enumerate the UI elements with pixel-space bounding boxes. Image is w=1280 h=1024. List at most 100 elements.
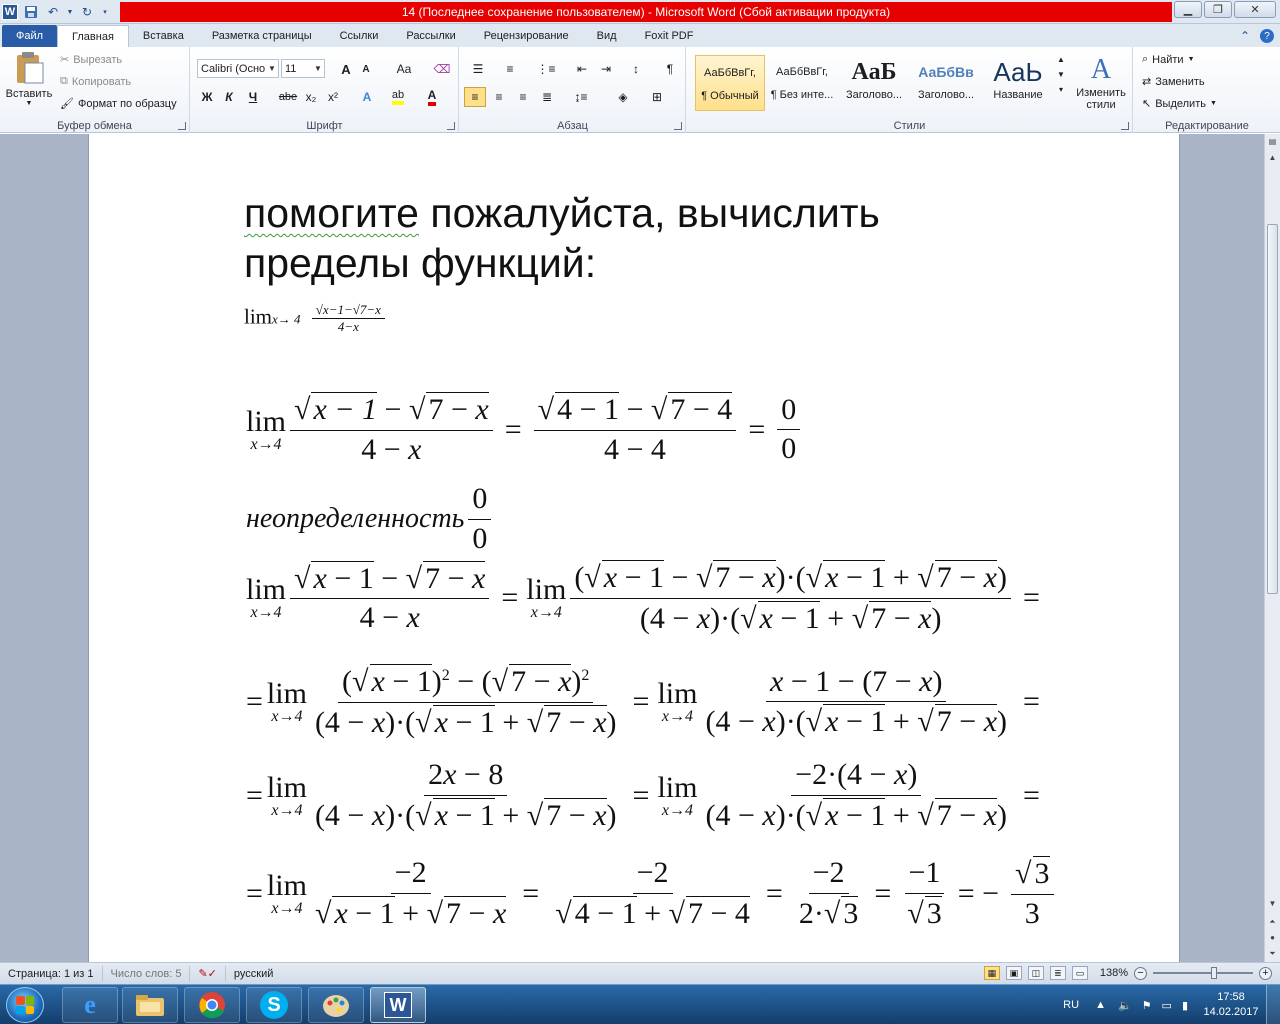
change-styles-button[interactable]: A Изменить стили — [1073, 53, 1129, 111]
text-effects-icon[interactable]: A — [357, 87, 377, 107]
italic-button[interactable]: К — [219, 87, 239, 107]
ruler-toggle-icon[interactable]: ▤ — [1265, 134, 1280, 149]
subscript-button[interactable]: x₂ — [301, 87, 321, 107]
volume-icon[interactable]: 🔈 — [1118, 999, 1132, 1012]
align-left-icon[interactable]: ≡ — [464, 87, 486, 107]
superscript-button[interactable]: x² — [323, 87, 343, 107]
line-spacing-icon[interactable]: ↨≡ — [568, 87, 594, 107]
style-normal[interactable]: АаБбВвГг, ¶ Обычный — [695, 55, 765, 111]
clear-formatting-icon[interactable]: ⌫ — [433, 59, 451, 79]
tab-file[interactable]: Файл — [2, 25, 58, 47]
close-icon[interactable]: ✕ — [1234, 1, 1276, 18]
minimize-icon[interactable]: ▁ — [1174, 1, 1202, 18]
save-icon[interactable] — [22, 3, 40, 21]
outline-view-icon[interactable]: ≣ — [1049, 966, 1066, 980]
undo-dropdown-icon[interactable]: ▼ — [66, 3, 74, 21]
restore-icon[interactable]: ❐ — [1204, 1, 1232, 18]
strikethrough-button[interactable]: abe — [277, 87, 299, 107]
shading-icon[interactable]: ◈ — [610, 87, 636, 107]
scroll-up-icon[interactable]: ▲ — [1265, 150, 1280, 165]
bold-button[interactable]: Ж — [197, 87, 217, 107]
word-count[interactable]: Число слов: 5 — [103, 965, 191, 982]
replace-button[interactable]: ⇄ Заменить — [1142, 75, 1205, 89]
collapse-ribbon-icon[interactable]: ⌃ — [1240, 29, 1250, 43]
zoom-slider[interactable] — [1153, 967, 1253, 979]
tab-view[interactable]: Вид — [583, 25, 631, 47]
font-launcher-icon[interactable] — [447, 122, 455, 130]
font-size-combo[interactable]: 11 ▼ — [281, 59, 325, 78]
copy-button[interactable]: ⧉ Копировать — [60, 75, 131, 88]
find-button[interactable]: ⌕ Найти ▼ — [1142, 53, 1195, 66]
web-layout-view-icon[interactable]: ◫ — [1027, 966, 1044, 980]
increase-indent-icon[interactable]: ⇥ — [596, 59, 616, 79]
sort-icon[interactable]: ↕ — [626, 59, 646, 79]
paste-button[interactable]: Вставить ▼ — [4, 51, 54, 115]
grow-font-button[interactable]: A — [337, 59, 355, 79]
prev-page-icon[interactable]: ⏶ — [1265, 914, 1280, 929]
justify-icon[interactable]: ≣ — [536, 87, 558, 107]
scroll-up-icon[interactable]: ▲ — [1057, 55, 1065, 64]
customize-qat-icon[interactable]: ▾ — [100, 3, 110, 21]
style-no-spacing[interactable]: АаБбВвГг, ¶ Без инте... — [767, 55, 837, 111]
redo-icon[interactable]: ↻ — [78, 3, 96, 21]
paint-icon[interactable] — [308, 987, 364, 1023]
tab-references[interactable]: Ссылки — [326, 25, 393, 47]
chrome-icon[interactable] — [184, 987, 240, 1023]
print-layout-view-icon[interactable]: ▦ — [983, 966, 1000, 980]
language-indicator[interactable]: русский — [226, 966, 281, 982]
action-center-icon[interactable]: ⚑ — [1142, 999, 1152, 1012]
scroll-down-icon[interactable]: ▼ — [1265, 896, 1280, 911]
underline-button[interactable]: Ч — [243, 87, 263, 107]
styles-launcher-icon[interactable] — [1121, 122, 1129, 130]
tab-mailings[interactable]: Рассылки — [392, 25, 469, 47]
borders-icon[interactable]: ⊞ — [644, 87, 670, 107]
change-case-button[interactable]: Aa — [391, 59, 417, 79]
skype-icon[interactable]: S — [246, 987, 302, 1023]
highlight-icon[interactable]: ab — [387, 87, 409, 107]
multilevel-list-icon[interactable]: ⋮≡ — [534, 59, 558, 79]
vertical-scrollbar[interactable]: ▤ ▲ ▼ ⏶ ● ⏷ — [1264, 134, 1280, 962]
page-count[interactable]: Страница: 1 из 1 — [0, 965, 103, 982]
style-heading-2[interactable]: АаБбВв Заголово... — [911, 55, 981, 111]
more-styles-icon[interactable]: ▾ — [1059, 85, 1063, 94]
style-heading-1[interactable]: АаБ Заголово... — [839, 55, 909, 111]
select-button[interactable]: ↖ Выделить ▼ — [1142, 97, 1217, 111]
input-language[interactable]: RU — [1063, 999, 1079, 1011]
help-icon[interactable]: ? — [1260, 29, 1274, 43]
draft-view-icon[interactable]: ▭ — [1071, 966, 1088, 980]
cut-button[interactable]: ✂ Вырезать — [60, 53, 122, 67]
full-screen-view-icon[interactable]: ▣ — [1005, 966, 1022, 980]
tab-page-layout[interactable]: Разметка страницы — [198, 25, 326, 47]
shrink-font-button[interactable]: A — [357, 59, 375, 79]
font-name-combo[interactable]: Calibri (Осно ▼ — [197, 59, 279, 78]
zoom-out-icon[interactable]: − — [1134, 966, 1147, 980]
align-right-icon[interactable]: ≡ — [512, 87, 534, 107]
show-hidden-icons-icon[interactable]: ▲ — [1095, 999, 1106, 1011]
tab-insert[interactable]: Вставка — [129, 25, 198, 47]
document-heading[interactable]: помогите пожалуйста, вычислить пределы ф… — [244, 188, 880, 288]
show-desktop-button[interactable] — [1266, 985, 1280, 1024]
undo-icon[interactable]: ↶ — [44, 3, 62, 21]
paragraph-launcher-icon[interactable] — [674, 122, 682, 130]
network-icon[interactable]: ▮ — [1182, 999, 1188, 1012]
bullets-icon[interactable]: ☰ — [466, 59, 490, 79]
format-painter-button[interactable]: 🖌 Формат по образцу — [60, 97, 177, 111]
next-page-icon[interactable]: ⏷ — [1265, 946, 1280, 961]
styles-scroll[interactable]: ▲ ▼ ▾ — [1055, 55, 1067, 113]
style-title[interactable]: АаЬ Название — [983, 55, 1053, 111]
scroll-thumb[interactable] — [1267, 224, 1278, 594]
clock[interactable]: 17:58 14.02.2017 — [1196, 990, 1266, 1020]
browse-object-icon[interactable]: ● — [1265, 930, 1280, 945]
power-icon[interactable]: ▭ — [1162, 999, 1172, 1012]
numbering-icon[interactable]: ≡ — [498, 59, 522, 79]
show-formatting-icon[interactable]: ¶ — [660, 59, 680, 79]
decrease-indent-icon[interactable]: ⇤ — [572, 59, 592, 79]
internet-explorer-icon[interactable]: e — [62, 987, 118, 1023]
align-center-icon[interactable]: ≡ — [488, 87, 510, 107]
file-explorer-icon[interactable] — [122, 987, 178, 1023]
zoom-level[interactable]: 138% — [1100, 967, 1128, 979]
scroll-down-icon[interactable]: ▼ — [1057, 70, 1065, 79]
clipboard-launcher-icon[interactable] — [178, 122, 186, 130]
tab-home[interactable]: Главная — [57, 25, 129, 47]
word-logo-icon[interactable]: W — [2, 4, 18, 20]
